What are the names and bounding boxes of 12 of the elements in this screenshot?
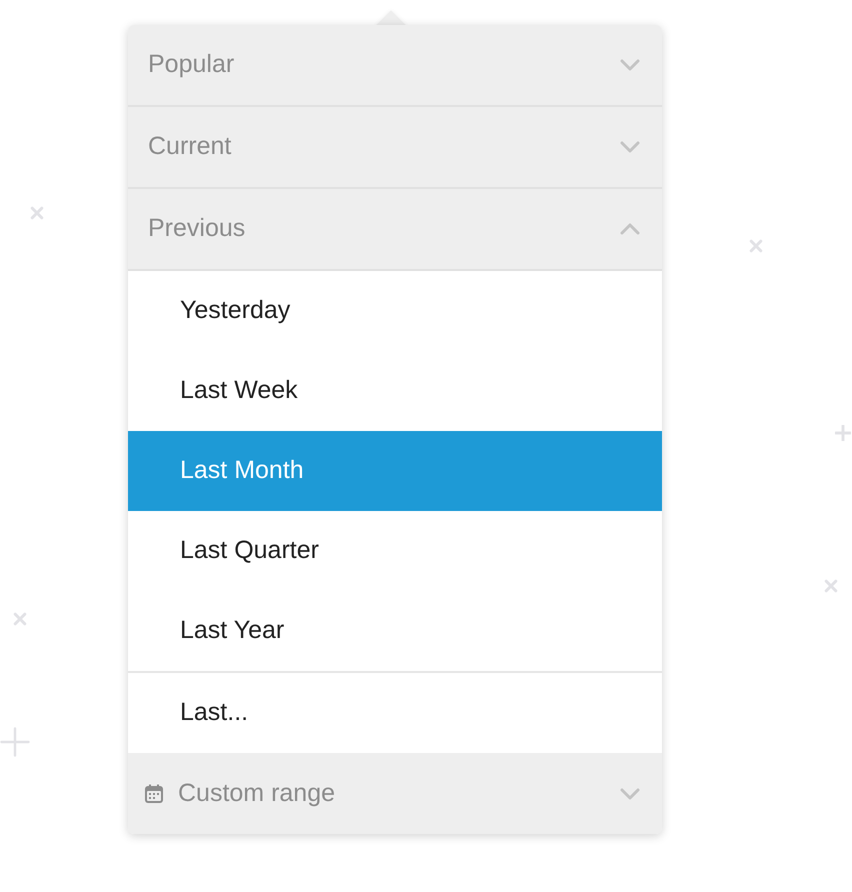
cross-mark-icon xyxy=(823,578,839,594)
cross-mark-icon xyxy=(29,205,45,221)
plus-mark-icon xyxy=(835,425,851,441)
menu-item[interactable]: Last... xyxy=(128,671,662,753)
menu-item[interactable]: Last Week xyxy=(128,351,662,431)
menu-item[interactable]: Last Quarter xyxy=(128,511,662,591)
plus-mark-icon xyxy=(0,727,30,757)
calendar-icon xyxy=(144,784,164,804)
cross-mark-icon xyxy=(748,238,764,254)
cross-mark-icon xyxy=(12,611,28,627)
menu-item[interactable]: Yesterday xyxy=(128,271,662,351)
menu-item[interactable]: Last Year xyxy=(128,591,662,671)
